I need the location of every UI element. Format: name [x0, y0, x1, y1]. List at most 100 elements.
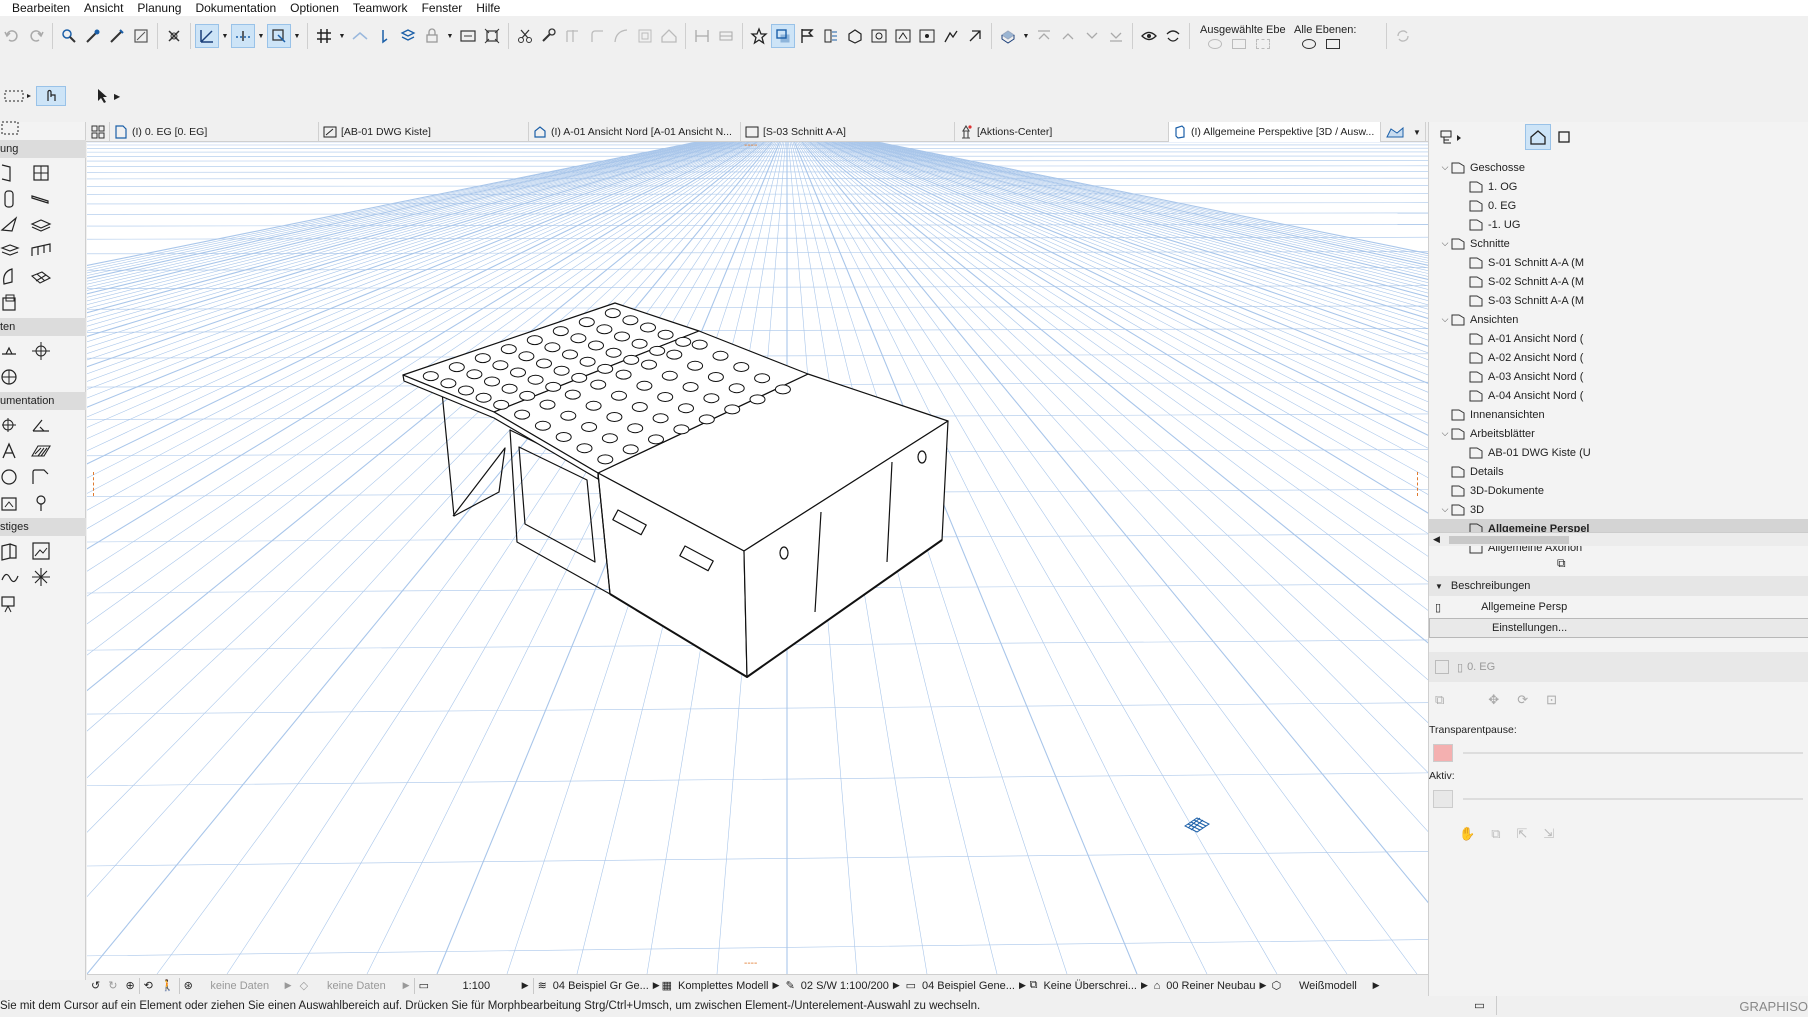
zoom-data-select[interactable]: ⊛ keine Daten ▶ [180, 975, 296, 997]
orientation-data-select[interactable]: ◇ keine Daten ▶ [296, 975, 414, 997]
tree-item[interactable]: Innenansichten [1429, 405, 1808, 424]
menu-fenster[interactable]: Fenster [415, 0, 470, 16]
fill-tool[interactable] [30, 440, 52, 462]
tree-item[interactable]: -1. UG [1429, 215, 1808, 234]
clone-folder-icon[interactable]: ⧉ [1557, 556, 1566, 571]
issue-flag-button[interactable] [796, 25, 818, 47]
lock-dropdown[interactable]: ▼ [445, 25, 455, 47]
tree-item[interactable]: S-02 Schnitt A-A (M [1429, 272, 1808, 291]
trace-button[interactable] [349, 25, 371, 47]
undo-button[interactable] [1, 25, 23, 47]
3d-model-box[interactable] [87, 142, 1428, 974]
tree-item[interactable]: S-03 Schnitt A-A (M [1429, 291, 1808, 310]
chevron-down-icon[interactable]: ⌵ [1439, 504, 1451, 515]
fillet-button[interactable] [586, 25, 608, 47]
teamwork-refresh-button[interactable] [1392, 25, 1414, 47]
tree-horizontal-scrollbar[interactable]: ◀ [1429, 532, 1808, 546]
adjust-button[interactable] [538, 25, 560, 47]
figure-tool[interactable] [0, 492, 22, 514]
menu-dokumentation[interactable]: Dokumentation [188, 0, 283, 16]
level-dimension-tool[interactable] [30, 414, 52, 436]
descriptions-header[interactable]: ▼ Beschreibungen [1429, 576, 1808, 596]
publish-icon[interactable]: ✋ [1459, 826, 1475, 842]
settings-button[interactable]: Einstellungen... [1429, 618, 1808, 638]
walk-button[interactable]: 🚶 [157, 975, 179, 997]
zoom-in-button[interactable]: ⊕ [121, 975, 138, 997]
orbit-button[interactable]: ⟲ [140, 975, 157, 997]
syringe-button[interactable] [106, 25, 128, 47]
railing-tool[interactable] [30, 240, 52, 262]
renovation-filter-select[interactable]: ⌂ 00 Reiner Neubau ▶ [1150, 975, 1268, 997]
refresh-icon[interactable]: ⟳ [1517, 692, 1528, 708]
active-slider[interactable] [1463, 798, 1803, 800]
tree-item[interactable]: Details [1429, 462, 1808, 481]
3d-viewport[interactable]: ---- ---- [87, 142, 1428, 974]
tree-item[interactable]: A-04 Ansicht Nord ( [1429, 386, 1808, 405]
camera-tool[interactable] [0, 592, 22, 614]
tree-item[interactable]: A-03 Ansicht Nord ( [1429, 367, 1808, 386]
tab-list-dropdown[interactable]: ▼ [1381, 122, 1426, 142]
marquee-tool[interactable] [0, 117, 22, 139]
navigator-mode-button[interactable] [1436, 127, 1466, 149]
interior-view-button[interactable] [916, 25, 938, 47]
fit-selection-button[interactable] [481, 25, 503, 47]
marquee-button[interactable] [1, 85, 35, 107]
3d-window-button[interactable] [844, 25, 866, 47]
visibility-icon[interactable] [1208, 38, 1222, 49]
snap-points-button[interactable] [267, 24, 291, 48]
toolbox-section-planung[interactable]: ung [0, 140, 86, 158]
redo-view-button[interactable]: ↻ [104, 975, 121, 997]
tree-item[interactable]: AB-01 DWG Kiste (U [1429, 443, 1808, 462]
spline-tool[interactable] [0, 566, 22, 588]
show-all-button[interactable] [1138, 25, 1160, 47]
layers-quick-button[interactable] [397, 25, 419, 47]
tree-item[interactable]: ⌵ Arbeitsblätter [1429, 424, 1808, 443]
pen-set-select[interactable]: ✎ 02 S/W 1:100/200 ▶ [782, 975, 902, 997]
curtain-wall-tool[interactable] [0, 540, 22, 562]
worksheet-view-button[interactable] [940, 25, 962, 47]
color-swatch[interactable] [1433, 744, 1453, 762]
hotspot-tool[interactable] [30, 566, 52, 588]
tree-item[interactable]: ⌵ 3D [1429, 500, 1808, 519]
roof-tool[interactable] [0, 214, 22, 236]
tab-overview-button[interactable] [86, 122, 110, 142]
tree-item[interactable]: ⌵ Schnitte [1429, 234, 1808, 253]
snap-points-dropdown[interactable]: ▼ [292, 25, 302, 47]
tab-section-s03[interactable]: [S-03 Schnitt A-A] [741, 122, 955, 142]
scale-select[interactable]: ▭ 1:100 ▶ [415, 975, 533, 997]
checkbox[interactable] [1435, 660, 1449, 674]
override-select[interactable]: ⧉ Keine Überschrei... ▶ [1026, 975, 1150, 997]
slab-tool[interactable] [30, 214, 52, 236]
menu-hilfe[interactable]: Hilfe [469, 0, 507, 16]
project-map-button[interactable] [1525, 124, 1551, 150]
render-mode-button[interactable] [997, 25, 1019, 47]
stair-tool[interactable] [0, 240, 22, 262]
mesh-tool[interactable] [30, 266, 52, 288]
copy-icon[interactable]: ⧉ [1491, 826, 1500, 842]
layer-down2-button[interactable] [1105, 25, 1127, 47]
magic-wand-button[interactable] [130, 25, 152, 47]
detail-view-button[interactable] [964, 25, 986, 47]
layer-up2-button[interactable] [1057, 25, 1079, 47]
tree-item[interactable]: ⌵ Ansichten [1429, 310, 1808, 329]
window-tool[interactable] [30, 162, 52, 184]
hotlink-tool[interactable] [0, 366, 22, 388]
pointer-toggle-button[interactable] [36, 86, 66, 106]
align-button[interactable] [691, 25, 713, 47]
import-icon[interactable]: ⇲ [1543, 826, 1554, 842]
shell-tool[interactable] [0, 266, 22, 288]
grid-navigation-icon[interactable] [1182, 814, 1212, 838]
tree-item[interactable]: A-02 Ansicht Nord ( [1429, 348, 1808, 367]
arrow-select-button[interactable] [91, 85, 113, 107]
text-tool[interactable] [0, 440, 22, 462]
undo-view-button[interactable]: ↺ [87, 975, 104, 997]
tree-item[interactable]: 0. EG [1429, 196, 1808, 215]
wireframe-icon[interactable] [1256, 38, 1270, 49]
toolbox-section-elemente[interactable]: ten [0, 318, 86, 336]
menu-teamwork[interactable]: Teamwork [346, 0, 415, 16]
layer-up-button[interactable] [1033, 25, 1055, 47]
elevation-view-button[interactable] [892, 25, 914, 47]
lock-button[interactable] [421, 25, 443, 47]
chevron-down-icon[interactable]: ⌵ [1439, 314, 1451, 325]
move-icon[interactable]: ✥ [1488, 692, 1499, 708]
